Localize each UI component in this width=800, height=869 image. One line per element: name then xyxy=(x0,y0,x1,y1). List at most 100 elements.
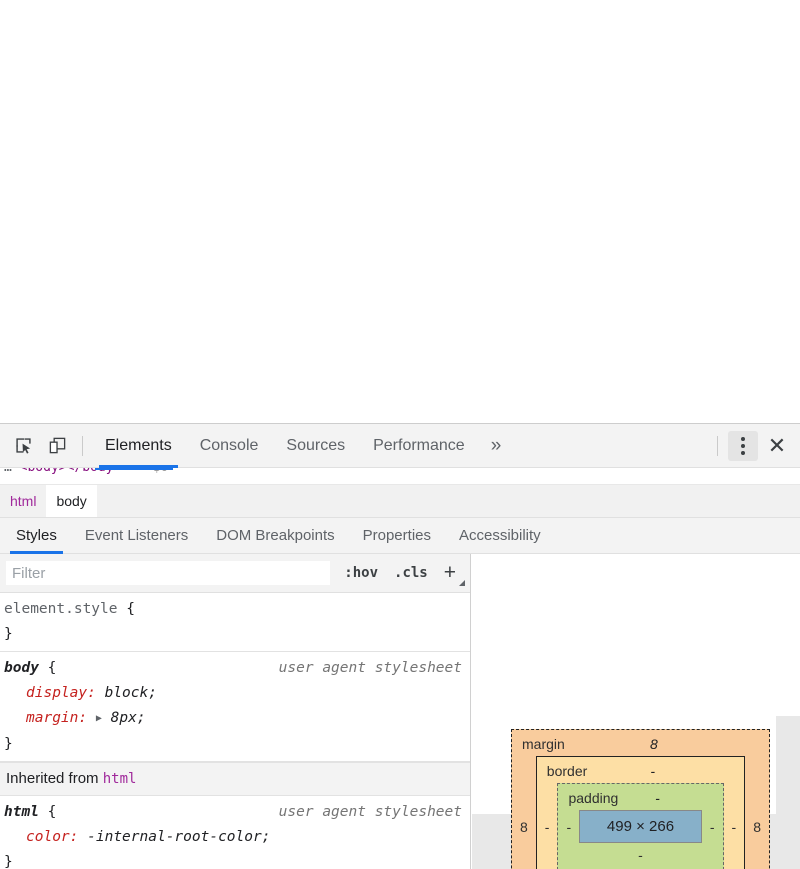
rule-element-style-close-brace: } xyxy=(4,626,13,642)
toolbar-divider-right xyxy=(717,435,718,456)
declaration-color[interactable]: color: -internal-root-color; xyxy=(0,825,470,850)
declaration-display-property[interactable]: display xyxy=(26,685,87,701)
inspect-element-icon[interactable] xyxy=(8,431,38,461)
box-model-content-size[interactable]: 499 × 266 xyxy=(607,818,674,835)
rule-body[interactable]: body { user agent stylesheet display: bl… xyxy=(0,652,470,762)
devtools-window: Elements Console Sources Performance » ✕ xyxy=(0,423,800,869)
rule-body-close-brace: } xyxy=(4,736,13,752)
dom-selection-underline xyxy=(95,468,173,470)
new-style-rule-label: + xyxy=(443,561,456,584)
new-style-rule-button[interactable]: + xyxy=(436,554,466,592)
tab-event-listeners[interactable]: Event Listeners xyxy=(71,518,202,553)
tab-dom-breakpoints[interactable]: DOM Breakpoints xyxy=(202,518,348,553)
device-toolbar-icon[interactable] xyxy=(42,431,72,461)
box-model-padding-bottom-value[interactable]: - xyxy=(638,847,643,863)
declaration-margin-value[interactable]: 8px xyxy=(111,710,137,726)
rule-element-style-selector[interactable]: element.style xyxy=(4,601,118,617)
rule-html-selector[interactable]: html xyxy=(4,804,39,820)
box-model-margin-label: margin xyxy=(522,736,565,752)
declaration-display[interactable]: display: block; xyxy=(0,681,470,706)
hov-toggle-label: :hov xyxy=(344,565,379,581)
box-model-margin-top-row: margin 8 xyxy=(512,730,769,756)
box-model-border-left-value[interactable]: - xyxy=(537,819,558,835)
rule-element-style-selector-line: element.style { xyxy=(0,597,470,622)
expand-margin-icon[interactable]: ▶ xyxy=(96,706,102,731)
cls-toggle-label: .cls xyxy=(394,565,428,581)
box-model-padding-left-value[interactable]: - xyxy=(558,819,579,835)
box-model-padding-top-row: padding - xyxy=(558,784,722,810)
tab-properties-label: Properties xyxy=(362,527,431,544)
hov-toggle-button[interactable]: :hov xyxy=(336,554,386,592)
rule-html-open-brace: { xyxy=(47,804,57,820)
more-tabs-label: » xyxy=(490,434,502,456)
box-model-padding[interactable]: padding - - 499 × 266 - - xyxy=(557,783,724,869)
box-model-border[interactable]: border - - padding - - 499 × 266 - - - xyxy=(535,756,746,869)
tab-elements[interactable]: Elements xyxy=(91,424,186,468)
devtools-main-toolbar: Elements Console Sources Performance » ✕ xyxy=(0,424,800,468)
box-model-margin-right-value[interactable]: 8 xyxy=(745,819,769,835)
tab-properties[interactable]: Properties xyxy=(349,518,445,553)
declaration-color-value[interactable]: -internal-root-color xyxy=(87,829,262,845)
breadcrumb-item-html[interactable]: html xyxy=(0,485,47,517)
declaration-color-property[interactable]: color xyxy=(26,829,70,845)
styles-pane: :hov .cls + element.style { xyxy=(0,554,471,869)
styles-rules-list: element.style { } body { user agent styl… xyxy=(0,593,470,869)
breadcrumb-item-html-label: html xyxy=(10,493,37,509)
tab-event-listeners-label: Event Listeners xyxy=(84,527,189,544)
box-model-border-right-value[interactable]: - xyxy=(724,819,745,835)
rule-element-style-open-brace: { xyxy=(126,601,135,617)
filter-input[interactable] xyxy=(6,561,331,585)
tab-performance-label: Performance xyxy=(373,436,465,454)
rule-body-origin: user agent stylesheet xyxy=(278,660,462,676)
tab-elements-label: Elements xyxy=(105,436,172,454)
breadcrumb-item-body-label: body xyxy=(56,493,87,509)
tab-styles-label: Styles xyxy=(16,527,57,544)
close-glyph: ✕ xyxy=(767,432,787,458)
inherited-from-header: Inherited from html xyxy=(0,762,470,796)
styles-filter-bar: :hov .cls + xyxy=(0,554,470,593)
dom-tree-strip[interactable]: … <body></body> == $0 xyxy=(0,468,800,485)
inherited-from-prefix: Inherited from xyxy=(6,770,99,787)
page-viewport[interactable] xyxy=(0,0,800,423)
box-model-padding-top-value[interactable]: - xyxy=(618,790,722,806)
more-tabs-icon[interactable]: » xyxy=(479,424,514,467)
box-model-padding-label: padding xyxy=(568,790,619,806)
cls-toggle-button[interactable]: .cls xyxy=(386,554,436,592)
box-model-content[interactable]: 499 × 266 xyxy=(579,810,702,843)
box-model-margin-top-value[interactable]: 8 xyxy=(565,736,769,752)
rule-body-selector[interactable]: body xyxy=(4,660,39,676)
box-model-padding-right-value[interactable]: - xyxy=(702,819,723,835)
tab-accessibility[interactable]: Accessibility xyxy=(445,518,555,553)
box-model-margin-left-value[interactable]: 8 xyxy=(512,819,536,835)
tab-sources[interactable]: Sources xyxy=(272,424,359,467)
rule-element-style-close-line: } xyxy=(0,622,470,647)
tab-accessibility-label: Accessibility xyxy=(459,527,541,544)
tab-sources-label: Sources xyxy=(286,436,346,454)
declaration-margin[interactable]: margin: ▶ 8px; xyxy=(0,706,470,732)
tab-styles[interactable]: Styles xyxy=(2,518,71,554)
breadcrumb-item-body[interactable]: body xyxy=(46,485,97,517)
tab-console[interactable]: Console xyxy=(186,424,273,467)
close-icon[interactable]: ✕ xyxy=(762,431,792,461)
kebab-menu-icon[interactable] xyxy=(728,430,758,461)
box-model-border-top-value[interactable]: - xyxy=(587,763,744,779)
filter-toggle-group: :hov .cls + xyxy=(336,554,470,592)
rule-element-style[interactable]: element.style { } xyxy=(0,593,470,652)
box-model-margin[interactable]: margin 8 8 border - - padding - - 499 × … xyxy=(511,729,770,869)
tab-performance[interactable]: Performance xyxy=(359,424,479,467)
rule-html[interactable]: html { user agent stylesheet color: -int… xyxy=(0,796,470,869)
declaration-display-value[interactable]: block xyxy=(105,685,149,701)
rule-html-close-brace: } xyxy=(4,854,13,869)
rule-body-close-line: } xyxy=(0,732,470,757)
breadcrumb: html body xyxy=(0,485,800,518)
devtools-tabs: Elements Console Sources Performance » xyxy=(91,424,514,468)
tab-dom-breakpoints-label: DOM Breakpoints xyxy=(216,527,335,544)
box-model-border-middle-row: - padding - - 499 × 266 - - - xyxy=(537,783,744,869)
box-model-border-top-row: border - xyxy=(537,757,744,783)
rule-html-origin: user agent stylesheet xyxy=(278,804,462,820)
rule-html-selector-line: html { user agent stylesheet xyxy=(0,800,470,825)
box-model-margin-middle-row: 8 border - - padding - - 499 × 266 - - -… xyxy=(512,756,769,869)
inherited-from-tag[interactable]: html xyxy=(103,771,137,787)
toolbar-right-group: ✕ xyxy=(709,430,794,461)
declaration-margin-property[interactable]: margin xyxy=(26,710,78,726)
